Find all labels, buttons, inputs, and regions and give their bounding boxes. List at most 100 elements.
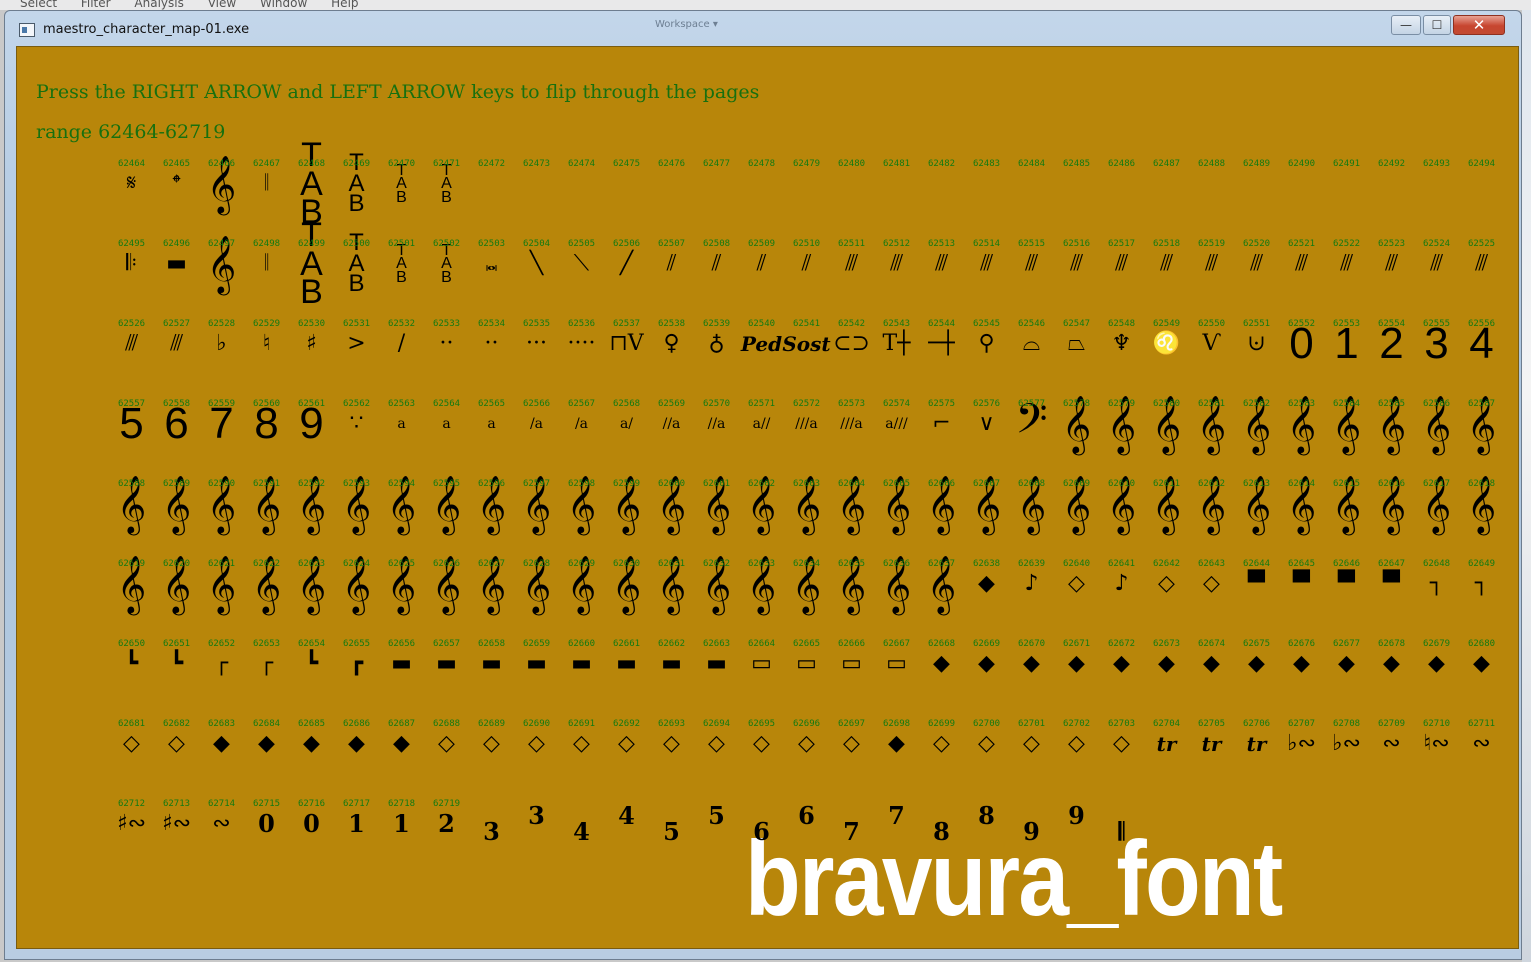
char-code-label: 62506: [612, 239, 641, 249]
tab-letter: B: [300, 273, 323, 312]
char-code-label: 62566: [522, 399, 551, 409]
char-code-label: 62703: [1107, 719, 1136, 729]
char-code-label: 62602: [747, 479, 776, 489]
glyph-cell: 62489: [1234, 159, 1279, 239]
char-code-label: 62609: [1062, 479, 1091, 489]
app-window-icon[interactable]: [19, 23, 35, 37]
char-code-label: 62691: [567, 719, 596, 729]
background-menu-item: Window: [260, 0, 308, 10]
char-code-label: 62639: [1017, 559, 1046, 569]
char-code-label: 62620: [162, 559, 191, 569]
char-code-label: 62643: [1197, 559, 1226, 569]
close-button[interactable]: ✕: [1453, 15, 1505, 35]
char-code-label: 62616: [1377, 479, 1406, 489]
char-code-label: 62647: [1377, 559, 1406, 569]
glyph-cell: 62475: [604, 159, 649, 239]
glyph-cell: 62484: [1009, 159, 1054, 239]
glyph-cell: 𝄞 62618: [1459, 479, 1504, 559]
tab-letter: B: [348, 270, 365, 298]
char-code-label: 62496: [162, 239, 191, 249]
char-code-label: 62607: [972, 479, 1001, 489]
char-code-label: 62668: [927, 639, 956, 649]
tab-letter: B: [348, 190, 365, 218]
glyph-cell: ┐ 62649: [1459, 559, 1504, 639]
char-code-label: 62549: [1152, 319, 1181, 329]
char-code-label: 62624: [342, 559, 371, 569]
glyph-cell: ⫻ 62525: [1459, 239, 1504, 319]
char-code-label: 62717: [342, 799, 371, 809]
char-code-label: 62465: [162, 159, 191, 169]
char-code-label: 62654: [297, 639, 326, 649]
char-code-label: 62670: [1017, 639, 1046, 649]
char-code-label: 62464: [117, 159, 146, 169]
char-code-label: 62536: [567, 319, 596, 329]
char-code-label: 62592: [297, 479, 326, 489]
char-code-label: 62631: [657, 559, 686, 569]
glyph-grid: 𝄋 62464 𝄌 62465 𝄞 62466 𝄁 62467 T A B 62468 T A B 62469…: [17, 47, 1518, 948]
char-code-label: 62491: [1332, 159, 1361, 169]
char-code-label: 62641: [1107, 559, 1136, 569]
glyph-cell: 62479: [784, 159, 829, 239]
char-code-label: 62541: [792, 319, 821, 329]
char-code-label: 62517: [1107, 239, 1136, 249]
char-code-label: 62508: [702, 239, 731, 249]
char-code-label: 62515: [1017, 239, 1046, 249]
char-code-label: 62711: [1467, 719, 1496, 729]
char-code-label: 62545: [972, 319, 1001, 329]
glyph-cell: 62485: [1054, 159, 1099, 239]
glyph-cell: 62487: [1144, 159, 1189, 239]
char-code-label: 62601: [702, 479, 731, 489]
char-code-label: 62530: [297, 319, 326, 329]
char-code-label: 62538: [657, 319, 686, 329]
glyph-cell: 62490: [1279, 159, 1324, 239]
char-code-label: 62499: [297, 239, 326, 249]
char-code-label: 62520: [1242, 239, 1271, 249]
character-map-canvas[interactable]: Press the RIGHT ARROW and LEFT ARROW key…: [16, 46, 1519, 949]
app-window: maestro_character_map-01.exe Workspace ▾…: [4, 10, 1522, 960]
char-code-label: 62490: [1287, 159, 1316, 169]
glyph-cell: 62476: [649, 159, 694, 239]
char-code-label: 62528: [207, 319, 236, 329]
char-code-label: 62716: [297, 799, 326, 809]
char-code-label: 62587: [1467, 399, 1496, 409]
char-code-label: 62683: [207, 719, 236, 729]
char-code-label: 62630: [612, 559, 641, 569]
char-code-label: 62640: [1062, 559, 1091, 569]
char-code-label: 62576: [972, 399, 1001, 409]
glyph-cell: 62482: [919, 159, 964, 239]
char-code-label: 62488: [1197, 159, 1226, 169]
char-code-label: 62483: [972, 159, 1001, 169]
char-code-label: 62504: [522, 239, 551, 249]
char-code-label: 62680: [1467, 639, 1496, 649]
char-code-label: 62572: [792, 399, 821, 409]
char-code-label: 62612: [1197, 479, 1226, 489]
char-code-label: 62575: [927, 399, 956, 409]
char-code-label: 62706: [1242, 719, 1271, 729]
char-code-label: 62696: [792, 719, 821, 729]
char-code-label: 62529: [252, 319, 281, 329]
char-code-label: 62501: [387, 239, 416, 249]
char-code-label: 62613: [1242, 479, 1271, 489]
minimize-button[interactable]: —: [1391, 15, 1421, 35]
char-code-label: 62521: [1287, 239, 1316, 249]
char-code-label: 62567: [567, 399, 596, 409]
char-code-label: 62513: [927, 239, 956, 249]
char-code-label: 62568: [612, 399, 641, 409]
char-code-label: 62555: [1422, 319, 1451, 329]
title-bar[interactable]: maestro_character_map-01.exe Workspace ▾…: [5, 11, 1521, 47]
glyph-cell: 62474: [559, 159, 604, 239]
char-code-label: 62534: [477, 319, 506, 329]
char-code-label: 62533: [432, 319, 461, 329]
char-code-label: 62644: [1242, 559, 1271, 569]
char-code-label: 62657: [432, 639, 461, 649]
char-code-label: 62535: [522, 319, 551, 329]
glyph-cell: 62480: [829, 159, 874, 239]
char-code-label: 62626: [432, 559, 461, 569]
maximize-button[interactable]: ☐: [1423, 15, 1451, 35]
char-code-label: 62635: [837, 559, 866, 569]
char-code-label: 62507: [657, 239, 686, 249]
char-code-label: 62492: [1377, 159, 1406, 169]
char-code-label: 62610: [1107, 479, 1136, 489]
char-code-label: 62558: [162, 399, 191, 409]
background-app-menubar: Select Filter Analysis View Window Help: [0, 0, 1531, 10]
